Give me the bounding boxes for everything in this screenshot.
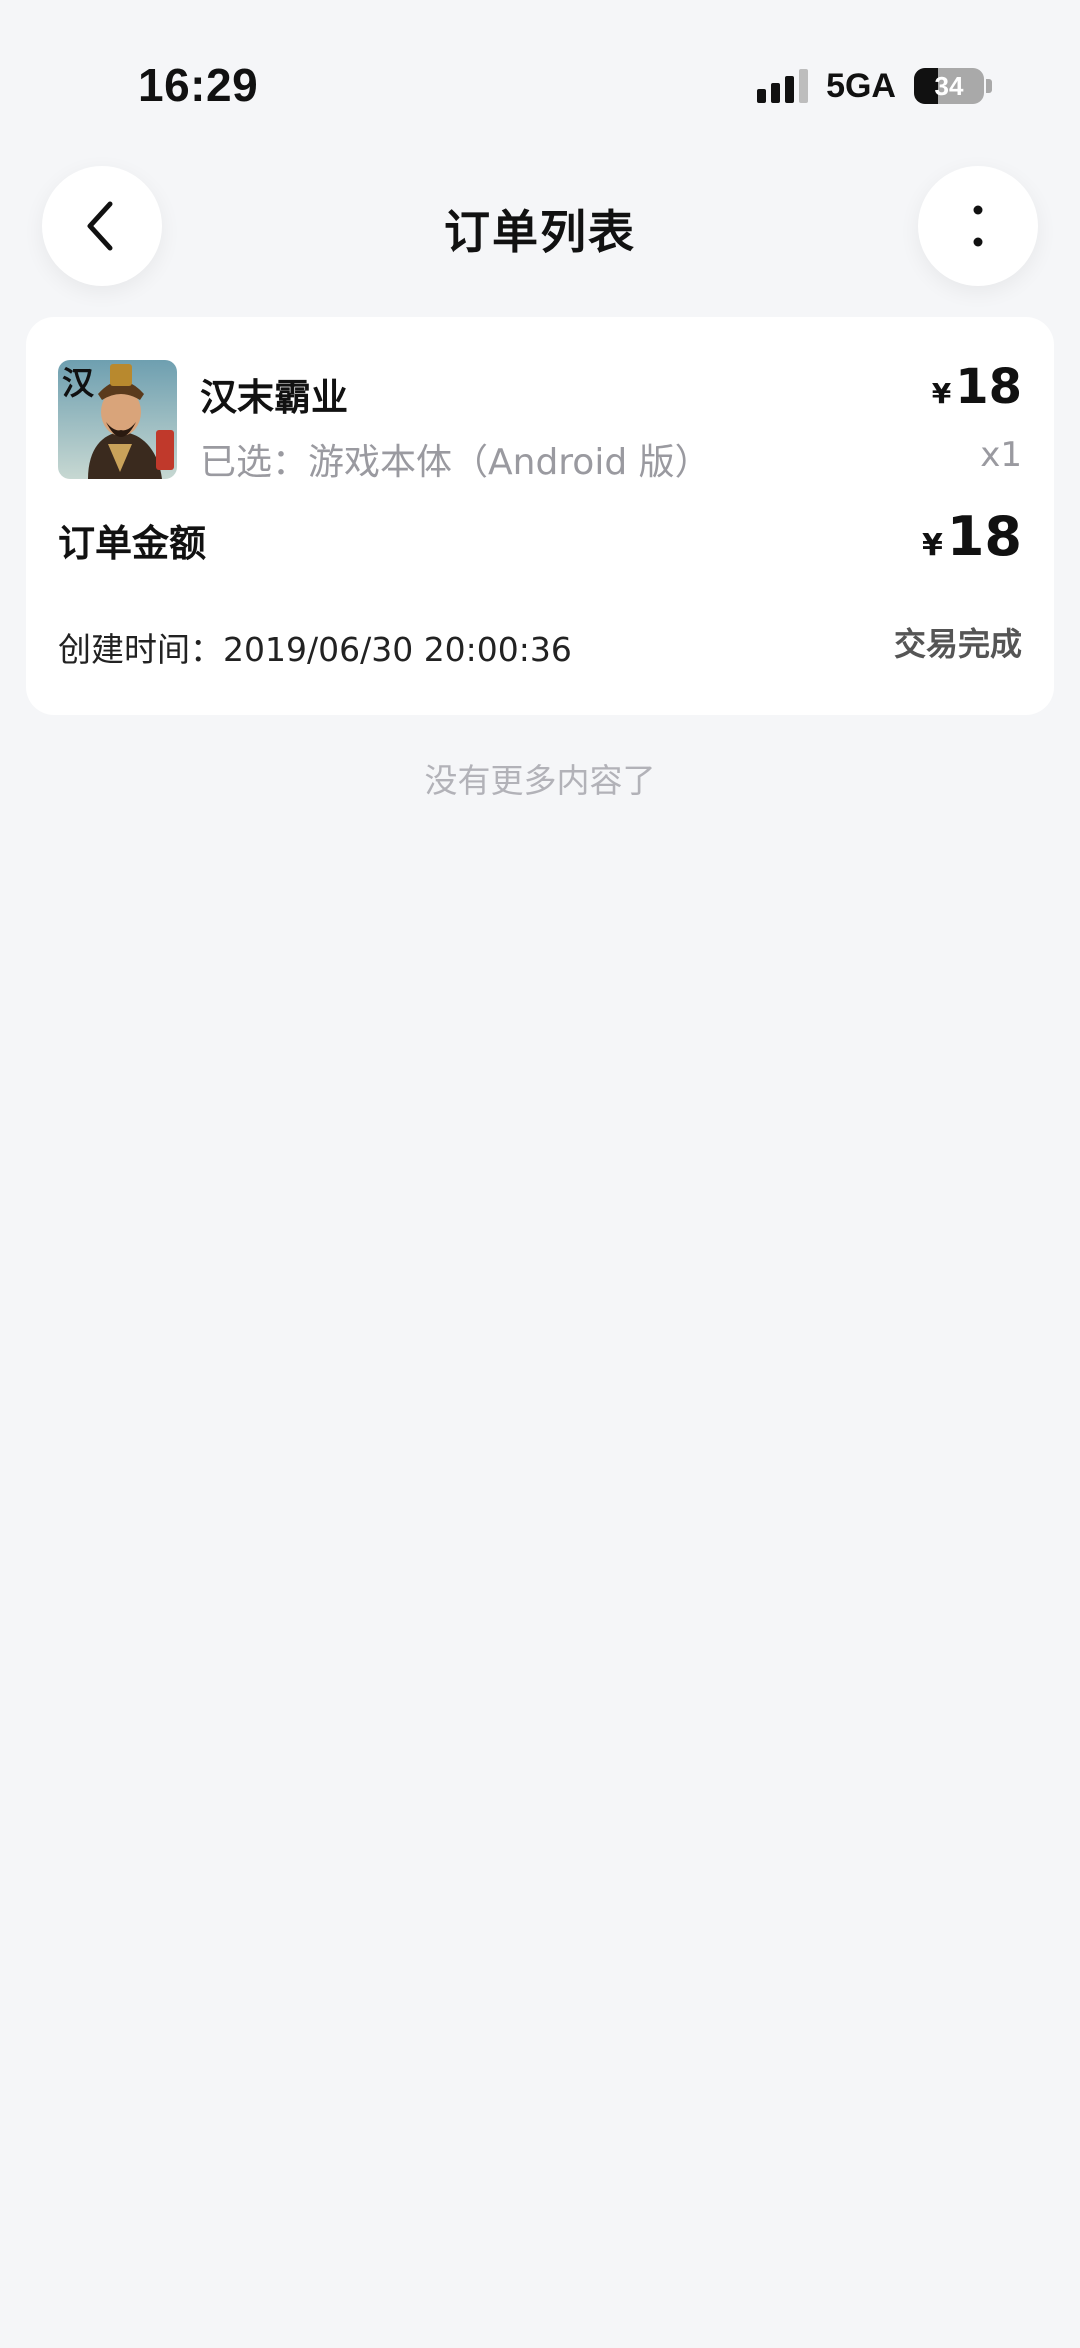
network-type: 5GA — [826, 66, 896, 105]
battery-icon: 34 — [914, 68, 984, 104]
order-amount-value: 18 — [946, 505, 1022, 568]
signal-icon — [757, 69, 809, 103]
order-amount-label: 订单金额 — [58, 522, 206, 565]
order-amount: ¥ 18 — [922, 505, 1022, 568]
battery-cap — [986, 79, 992, 93]
game-name: 汉末霸业 — [200, 376, 348, 419]
order-status: 交易完成 — [893, 625, 1022, 663]
currency-symbol: ¥ — [921, 528, 943, 563]
more-button[interactable] — [918, 166, 1038, 286]
status-time: 16:29 — [138, 59, 259, 111]
currency-symbol: ¥ — [931, 377, 952, 410]
quantity: x1 — [980, 435, 1022, 475]
no-more-content: 没有更多内容了 — [424, 761, 656, 800]
more-vertical-icon — [973, 205, 983, 247]
unit-price: ¥ 18 — [932, 359, 1022, 415]
unit-price-value: 18 — [955, 359, 1022, 415]
status-icons: 5GA 34 — [757, 66, 992, 106]
created-time: 创建时间：2019/06/30 20:00:36 — [58, 630, 572, 669]
battery-level: 34 — [934, 70, 964, 101]
order-card[interactable]: 汉 汉末霸业 ¥ 18 已选：游戏本体（Android 版） x1 订单金额 ¥… — [26, 317, 1054, 715]
icon-lettering: 汉 — [62, 364, 95, 402]
game-icon: 汉 — [58, 360, 177, 479]
selected-variant: 已选：游戏本体（Android 版） — [200, 442, 711, 483]
order-list-page: 16:29 5GA 34 订单列表 汉 汉末霸业 ¥ 18 已选：游戏本体（An… — [0, 0, 1080, 2348]
